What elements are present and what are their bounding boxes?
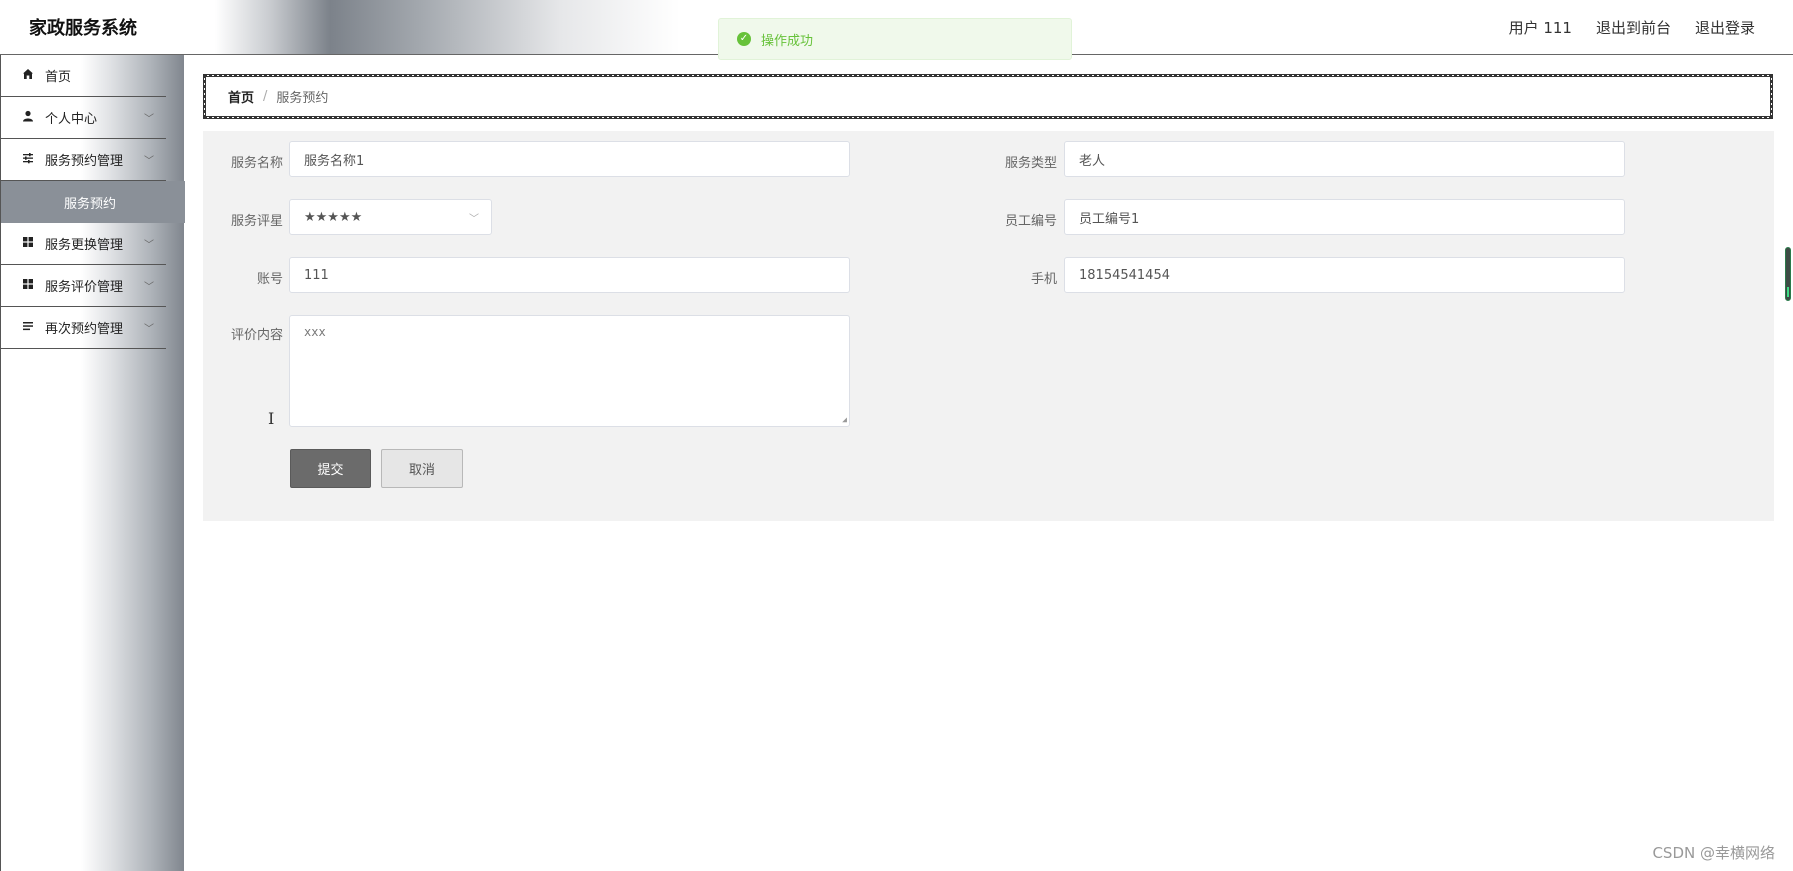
sliders-icon (21, 152, 35, 167)
grid-icon (21, 278, 35, 293)
chevron-down-icon: ﹀ (469, 214, 479, 225)
sidebar-subitem-label: 服务预约 (63, 196, 116, 212)
sidebar-item-label: 再次预约管理 (45, 322, 124, 337)
account-input[interactable]: 111 (289, 257, 850, 293)
sidebar-item-booking-management[interactable]: 服务预约管理 ﹀ (1, 139, 166, 181)
sidebar-item-rebooking-management[interactable]: 再次预约管理 ﹀ (1, 307, 166, 349)
sidebar-item-home[interactable]: 首页 (1, 55, 166, 97)
breadcrumb-home[interactable]: 首页 (228, 87, 254, 106)
service-type-label: 服务类型 (1004, 156, 1057, 171)
review-label: 评价内容 (230, 328, 283, 343)
sidebar-item-label: 服务更换管理 (45, 238, 124, 253)
rating-value: ★★★★★ (304, 209, 363, 225)
user-icon (21, 110, 35, 125)
phone-label: 手机 (1030, 272, 1057, 287)
rating-select[interactable]: ★★★★★ ﹀ (289, 199, 492, 235)
submit-button[interactable]: 提交 (290, 449, 371, 488)
watermark: CSDN @幸横网络 (1652, 844, 1775, 862)
breadcrumb-current: 服务预约 (276, 91, 329, 106)
chevron-down-icon: ﹀ (144, 114, 154, 125)
user-label: 用户 111 (1508, 19, 1572, 37)
staff-id-input[interactable]: 员工编号1 (1064, 199, 1625, 235)
home-icon (21, 68, 35, 83)
sidebar-item-replacement-management[interactable]: 服务更换管理 ﹀ (1, 223, 166, 265)
resize-handle-icon[interactable]: ◢ (842, 416, 847, 424)
toast-message: 操作成功 (761, 33, 814, 49)
breadcrumb: 首页 / 服务预约 (203, 74, 1773, 119)
chevron-down-icon: ﹀ (144, 324, 154, 335)
rating-label: 服务评星 (230, 214, 283, 229)
grid-icon (21, 236, 35, 251)
staff-id-label: 员工编号 (1004, 214, 1057, 229)
sidebar-item-personal-center[interactable]: 个人中心 ﹀ (1, 97, 166, 139)
service-name-input[interactable]: 服务名称1 (289, 141, 850, 177)
booking-form: 服务名称 服务名称1 服务类型 老人 服务评星 ★★★★★ ﹀ 员工编号 员工编… (203, 131, 1774, 521)
check-circle-icon: ✓ (737, 32, 751, 46)
chevron-down-icon: ﹀ (144, 240, 154, 251)
service-name-label: 服务名称 (230, 156, 283, 171)
service-type-input[interactable]: 老人 (1064, 141, 1625, 177)
app-title: 家政服务系统 (29, 18, 137, 39)
sidebar-item-label: 服务预约管理 (45, 154, 124, 169)
review-value: xxx (304, 325, 326, 339)
header-links: 用户 111 退出到前台 退出登录 (1509, 17, 1755, 38)
sidebar: 首页 个人中心 ﹀ 服务预约管理 ﹀ 服务预约 服务更换管理 ﹀ 服务评价管理 … (0, 55, 185, 871)
sidebar-item-label: 首页 (45, 70, 72, 85)
sidebar-item-label: 个人中心 (45, 112, 98, 127)
scrollbar-thumb[interactable] (1785, 247, 1791, 301)
list-icon (21, 320, 35, 335)
sidebar-subitem-booking[interactable]: 服务预约 (1, 181, 185, 223)
cancel-button[interactable]: 取消 (381, 449, 463, 488)
text-cursor-icon: I (268, 409, 275, 428)
review-textarea[interactable]: xxx ◢ (289, 315, 850, 427)
chevron-down-icon: ﹀ (144, 156, 154, 167)
sidebar-item-review-management[interactable]: 服务评价管理 ﹀ (1, 265, 166, 307)
exit-to-front-link[interactable]: 退出到前台 (1596, 17, 1671, 38)
phone-input[interactable]: 18154541454 (1064, 257, 1625, 293)
chevron-down-icon: ﹀ (144, 282, 154, 293)
logout-link[interactable]: 退出登录 (1695, 17, 1755, 38)
success-toast: ✓ 操作成功 (718, 18, 1072, 60)
account-label: 账号 (256, 272, 283, 287)
breadcrumb-separator: / (263, 89, 268, 104)
sidebar-item-label: 服务评价管理 (45, 280, 124, 295)
